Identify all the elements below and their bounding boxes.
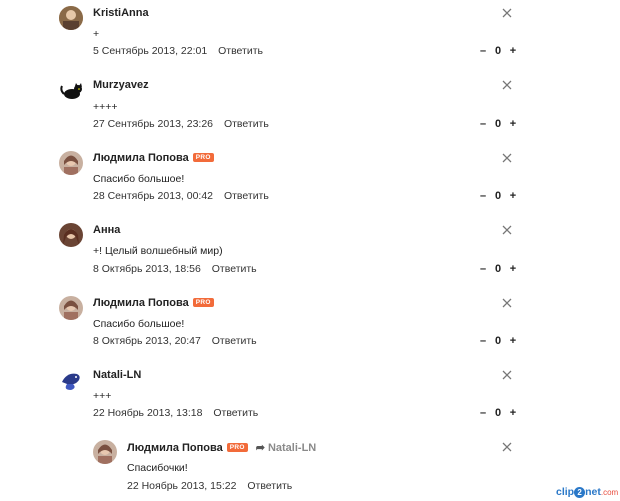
comment-text: +! Целый волшебный мир) bbox=[93, 245, 223, 257]
comment-date: 22 Ноябрь 2013, 13:18 bbox=[93, 407, 203, 419]
avatar[interactable] bbox=[93, 440, 117, 464]
comment-text: + bbox=[93, 28, 100, 40]
pro-badge: PRO bbox=[226, 443, 248, 452]
reply-arrow-icon: ➦ bbox=[255, 442, 265, 454]
comment-date: 8 Октябрь 2013, 20:47 bbox=[93, 335, 201, 347]
comment-text: Спасибо большое! bbox=[93, 318, 185, 330]
downvote-button[interactable]: – bbox=[478, 118, 488, 130]
comment-text: Спасибочки! bbox=[127, 462, 188, 474]
close-icon[interactable] bbox=[501, 7, 513, 19]
watermark-part: .com bbox=[600, 488, 619, 497]
reply-button[interactable]: Ответить bbox=[218, 45, 263, 57]
close-icon[interactable] bbox=[501, 224, 513, 236]
comment-date: 5 Сентябрь 2013, 22:01 bbox=[93, 45, 208, 57]
comment-date: 22 Ноябрь 2013, 15:22 bbox=[127, 480, 237, 492]
upvote-button[interactable]: + bbox=[508, 407, 518, 419]
reply-button[interactable]: Ответить bbox=[213, 407, 258, 419]
reply-button[interactable]: Ответить bbox=[247, 480, 292, 492]
comment-text: Спасибо большое! bbox=[93, 173, 185, 185]
author-label: Людмила Попова bbox=[93, 152, 189, 164]
reply-button[interactable]: Ответить bbox=[212, 263, 257, 275]
vote-score: 0 bbox=[494, 407, 502, 419]
close-icon[interactable] bbox=[501, 79, 513, 91]
close-icon[interactable] bbox=[501, 297, 513, 309]
close-icon[interactable] bbox=[501, 152, 513, 164]
author-name[interactable]: Natali-LN bbox=[93, 369, 141, 381]
vote-controls: –0 + bbox=[478, 407, 518, 419]
vote-score: 0 bbox=[494, 263, 502, 275]
author-name[interactable]: KristiAnna bbox=[93, 7, 149, 19]
watermark-part: 2 bbox=[574, 487, 586, 498]
watermark-part: clip bbox=[556, 486, 575, 498]
watermark-logo: clip 2 net.com bbox=[556, 486, 618, 498]
downvote-button[interactable]: – bbox=[478, 407, 488, 419]
avatar[interactable] bbox=[59, 368, 83, 392]
author-name[interactable]: Людмила Попова PRO ➦ Natali-LN bbox=[127, 441, 316, 454]
comment-date: 27 Сентябрь 2013, 23:26 bbox=[93, 118, 214, 130]
downvote-button[interactable]: – bbox=[478, 45, 488, 57]
avatar[interactable] bbox=[59, 78, 83, 102]
avatar[interactable] bbox=[59, 223, 83, 247]
author-name[interactable]: Людмила Попова PRO bbox=[93, 297, 214, 309]
vote-score: 0 bbox=[494, 190, 502, 202]
pro-badge: PRO bbox=[192, 153, 214, 162]
reply-button[interactable]: Ответить bbox=[224, 118, 269, 130]
vote-score: 0 bbox=[494, 45, 502, 57]
reply-button[interactable]: Ответить bbox=[224, 190, 269, 202]
author-name[interactable]: Анна bbox=[93, 224, 120, 236]
vote-controls: –0 + bbox=[478, 118, 518, 130]
author-label: Людмила Попова bbox=[127, 442, 223, 454]
upvote-button[interactable]: + bbox=[508, 263, 518, 275]
downvote-button[interactable]: – bbox=[478, 190, 488, 202]
close-icon[interactable] bbox=[501, 441, 513, 453]
vote-controls: –0 + bbox=[478, 335, 518, 347]
author-name[interactable]: Murzyavez bbox=[93, 79, 149, 91]
avatar[interactable] bbox=[59, 151, 83, 175]
comment-date: 28 Сентябрь 2013, 00:42 bbox=[93, 190, 214, 202]
upvote-button[interactable]: + bbox=[508, 335, 518, 347]
vote-controls: –0 + bbox=[478, 45, 518, 57]
comment-text: +++ bbox=[93, 390, 112, 402]
reply-button[interactable]: Ответить bbox=[212, 335, 257, 347]
upvote-button[interactable]: + bbox=[508, 118, 518, 130]
vote-score: 0 bbox=[494, 118, 502, 130]
vote-controls: –0 + bbox=[478, 263, 518, 275]
author-name[interactable]: Людмила Попова PRO bbox=[93, 152, 214, 164]
comment-text: ++++ bbox=[93, 101, 118, 113]
pro-badge: PRO bbox=[192, 298, 214, 307]
upvote-button[interactable]: + bbox=[508, 45, 518, 57]
downvote-button[interactable]: – bbox=[478, 335, 488, 347]
downvote-button[interactable]: – bbox=[478, 263, 488, 275]
avatar[interactable] bbox=[59, 6, 83, 30]
upvote-button[interactable]: + bbox=[508, 190, 518, 202]
watermark-part: net bbox=[585, 486, 601, 498]
vote-score: 0 bbox=[494, 335, 502, 347]
close-icon[interactable] bbox=[501, 369, 513, 381]
avatar[interactable] bbox=[59, 296, 83, 320]
comment-date: 8 Октябрь 2013, 18:56 bbox=[93, 263, 201, 275]
author-label: Людмила Попова bbox=[93, 297, 189, 309]
reply-to-user[interactable]: Natali-LN bbox=[268, 442, 316, 454]
vote-controls: –0 + bbox=[478, 190, 518, 202]
